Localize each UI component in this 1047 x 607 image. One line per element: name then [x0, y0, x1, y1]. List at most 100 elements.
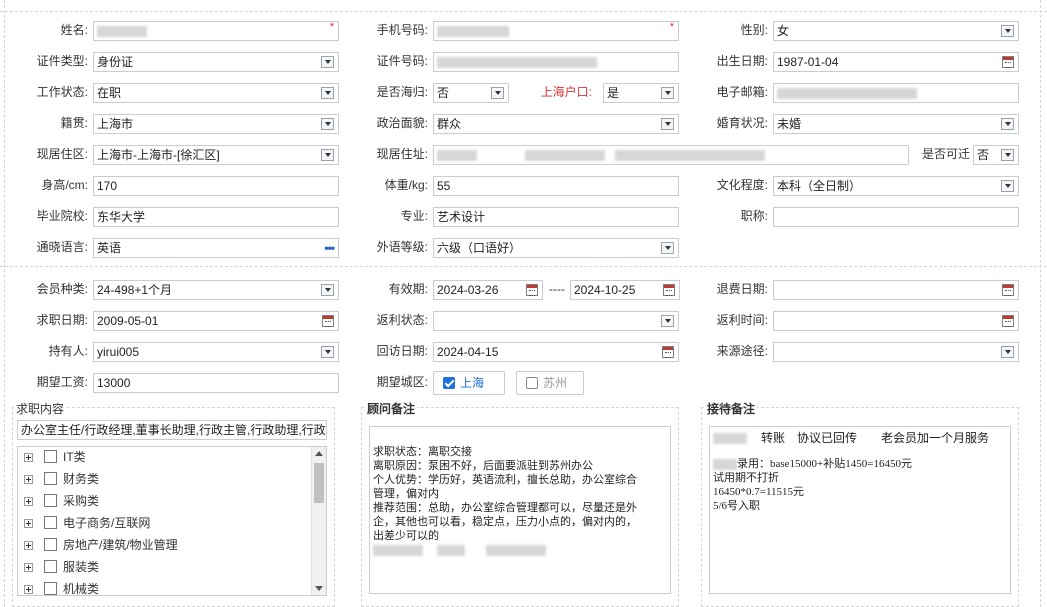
expand-icon[interactable]: [24, 585, 33, 594]
marital-select[interactable]: 未婚: [773, 114, 1019, 134]
source-select[interactable]: [773, 342, 1019, 362]
scroll-down-icon[interactable]: [315, 586, 323, 591]
expand-icon[interactable]: [24, 453, 33, 462]
calendar-icon[interactable]: [322, 315, 334, 327]
checkbox-checked-icon[interactable]: [443, 377, 455, 389]
rebate-time-input[interactable]: [773, 311, 1019, 331]
name-input[interactable]: *: [93, 21, 339, 41]
holder-select[interactable]: yirui005: [93, 342, 339, 362]
calendar-icon[interactable]: [526, 284, 538, 296]
birth-label: 出生日期:: [716, 54, 768, 68]
chevron-down-icon[interactable]: [491, 87, 504, 99]
chevron-down-icon[interactable]: [1001, 180, 1014, 192]
chevron-down-icon[interactable]: [1001, 118, 1014, 130]
school-input[interactable]: 东华大学: [93, 207, 339, 227]
reception-notes-textarea[interactable]: 转账 协议已回传 老会员加一个月服务 录用：base15000+补贴1450=1…: [709, 426, 1011, 594]
chevron-down-icon[interactable]: [661, 118, 674, 130]
chevron-down-icon[interactable]: [321, 118, 334, 130]
valid-from-input[interactable]: 2024-03-26: [433, 280, 543, 300]
tree-item-label: IT类: [63, 450, 86, 464]
birth-value: 1987-01-04: [777, 55, 839, 69]
visit-date-input[interactable]: 2024-04-15: [433, 342, 679, 362]
chevron-down-icon[interactable]: [1001, 346, 1014, 358]
major-label: 专业:: [400, 209, 428, 223]
language-label: 通晓语言:: [36, 240, 88, 254]
calendar-icon[interactable]: [1002, 315, 1014, 327]
weight-input[interactable]: 55: [433, 176, 679, 196]
checkbox-icon[interactable]: [44, 472, 57, 485]
chevron-down-icon[interactable]: [321, 346, 334, 358]
scroll-thumb[interactable]: [314, 463, 324, 503]
job-date-input[interactable]: 2009-05-01: [93, 311, 339, 331]
city-option-label: 苏州: [543, 376, 568, 390]
checkbox-icon[interactable]: [526, 377, 538, 389]
expand-icon[interactable]: [24, 563, 33, 572]
chevron-down-icon[interactable]: [661, 242, 674, 254]
city-option-suzhou[interactable]: 苏州: [516, 371, 584, 395]
checkbox-icon[interactable]: [44, 538, 57, 551]
checkbox-icon[interactable]: [44, 582, 57, 595]
lang-level-select[interactable]: 六级（口语好）: [433, 238, 679, 258]
chevron-down-icon[interactable]: [321, 284, 334, 296]
refund-date-input[interactable]: [773, 280, 1019, 300]
tree-item-label: 电子商务/互联网: [63, 516, 151, 530]
chevron-down-icon[interactable]: [321, 149, 334, 161]
note-line: 企，其他也可以看，稳定点，压力小点的，偏对内的，: [373, 515, 637, 528]
height-input[interactable]: 170: [93, 176, 339, 196]
city-option-shanghai[interactable]: 上海: [433, 371, 505, 395]
title-input[interactable]: [773, 207, 1019, 227]
work-status-select[interactable]: 在职: [93, 83, 339, 103]
id-number-input[interactable]: [433, 52, 679, 72]
valid-to-input[interactable]: 2024-10-25: [570, 280, 680, 300]
expand-icon[interactable]: [24, 541, 33, 550]
chevron-down-icon[interactable]: [1001, 25, 1014, 37]
more-icon[interactable]: •••: [324, 239, 335, 257]
calendar-icon[interactable]: [662, 346, 674, 358]
note-line: 个人优势：学历好，英语流利，擅长总助，办公室综合: [373, 473, 637, 486]
advisor-notes-textarea[interactable]: 求职状态：离职交接 离职原因：泵困不好，后面要派驻到苏州办公 个人优势：学历好，…: [369, 426, 671, 594]
relocate-select[interactable]: 否: [973, 145, 1019, 165]
chevron-down-icon[interactable]: [321, 56, 334, 68]
job-content-summary[interactable]: 办公室主任/行政经理,董事长助理,行政主管,行政助理,行政: [17, 420, 327, 440]
rebate-status-select[interactable]: [433, 311, 679, 331]
member-type-select[interactable]: 24-498+1个月: [93, 280, 339, 300]
calendar-icon[interactable]: [663, 284, 675, 296]
region-select[interactable]: 上海市-上海市-[徐汇区]: [93, 145, 339, 165]
address-input[interactable]: [433, 145, 909, 165]
expand-icon[interactable]: [24, 497, 33, 506]
education-select[interactable]: 本科（全日制）: [773, 176, 1019, 196]
email-label: 电子邮箱:: [716, 85, 768, 99]
chevron-down-icon[interactable]: [321, 87, 334, 99]
expand-icon[interactable]: [24, 519, 33, 528]
chevron-down-icon[interactable]: [661, 87, 674, 99]
title-label: 职称:: [740, 209, 768, 223]
checkbox-icon[interactable]: [44, 560, 57, 573]
native-select[interactable]: 上海市: [93, 114, 339, 134]
scroll-up-icon[interactable]: [315, 451, 323, 456]
major-input[interactable]: 艺术设计: [433, 207, 679, 227]
shanghai-hukou-select[interactable]: 是: [603, 83, 679, 103]
language-picker[interactable]: 英语 •••: [93, 238, 339, 258]
school-label: 毕业院校:: [36, 209, 88, 223]
rebate-time-label: 返利时间:: [716, 313, 768, 327]
gender-select[interactable]: 女: [773, 21, 1019, 41]
checkbox-icon[interactable]: [44, 516, 57, 529]
returnee-select[interactable]: 否: [433, 83, 509, 103]
note-line: 5/6号入职: [713, 500, 761, 512]
email-input[interactable]: [773, 83, 1019, 103]
calendar-icon[interactable]: [1002, 56, 1014, 68]
calendar-icon[interactable]: [1002, 284, 1014, 296]
checkbox-icon[interactable]: [44, 450, 57, 463]
phone-input[interactable]: *: [433, 21, 679, 41]
chevron-down-icon[interactable]: [661, 315, 674, 327]
checkbox-icon[interactable]: [44, 494, 57, 507]
id-type-value: 身份证: [97, 55, 134, 69]
chevron-down-icon[interactable]: [1001, 149, 1014, 161]
expand-icon[interactable]: [24, 475, 33, 484]
job-category-tree[interactable]: IT类 财务类 采购类 电子商务/互联网 房地产/建筑/物业管理 服装类 机械类: [17, 446, 327, 596]
birth-date-input[interactable]: 1987-01-04: [773, 52, 1019, 72]
id-type-select[interactable]: 身份证: [93, 52, 339, 72]
tree-scrollbar[interactable]: [311, 447, 326, 595]
political-select[interactable]: 群众: [433, 114, 679, 134]
salary-input[interactable]: 13000: [93, 373, 339, 393]
